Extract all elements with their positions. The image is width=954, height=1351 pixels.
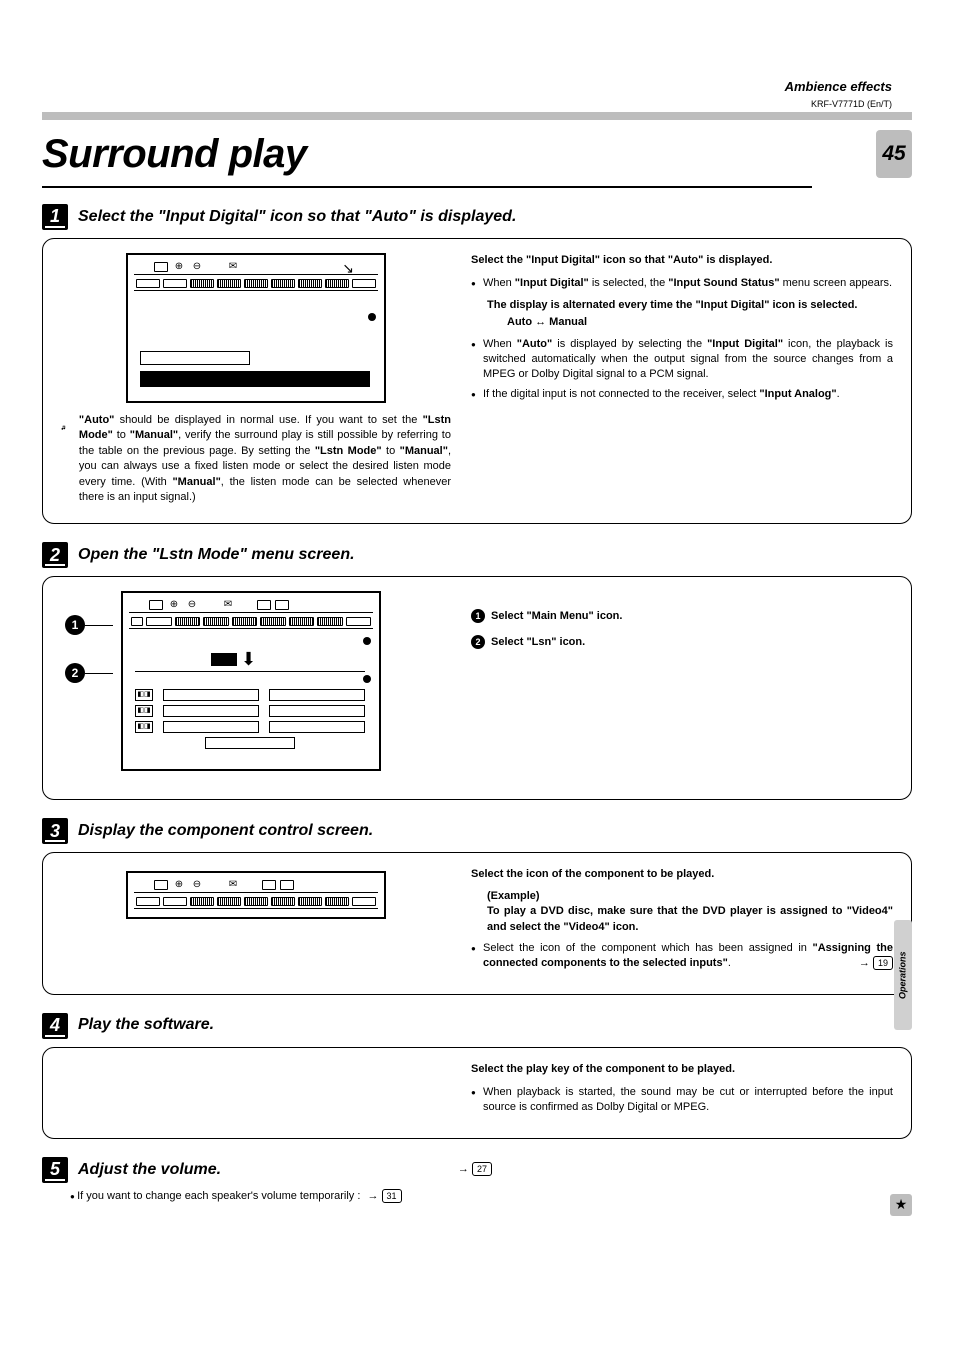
step2-header: 2 Open the "Lstn Mode" menu screen.	[42, 542, 912, 568]
footer-star-icon: ★	[890, 1194, 912, 1216]
section-name: Ambience effects	[785, 78, 892, 96]
step2-right: 1Select "Main Menu" icon. 2Select "Lsn" …	[471, 591, 893, 781]
step4-right: Select the play key of the component to …	[471, 1062, 893, 1120]
step-number-3: 3	[42, 818, 68, 844]
step-number-1: 1	[42, 204, 68, 230]
step2-title: Open the "Lstn Mode" menu screen.	[78, 544, 355, 566]
osd-highlight-bar	[140, 371, 370, 387]
lsn-menu-rows: ◧◨ ◧◨ ◧◨	[135, 689, 365, 749]
header-right: Ambience effects KRF-V7771D (En/T)	[785, 78, 892, 111]
step1-auto-manual: Auto ↔ Manual	[507, 315, 893, 330]
osd-field	[140, 351, 250, 365]
music-note-icon	[61, 413, 67, 443]
page-title: Surround play	[42, 126, 862, 182]
step-number-2: 2	[42, 542, 68, 568]
step4-header: 4 Play the software.	[42, 1013, 912, 1039]
page-ref-19: 19	[873, 956, 893, 970]
step1-right-heading: Select the "Input Digital" icon so that …	[471, 253, 893, 268]
step3-box: ⊕ ⊖ ✉ Select the icon of the component t…	[42, 852, 912, 994]
step3-example-label: (Example)	[487, 889, 893, 904]
status-dot-icon	[363, 675, 371, 683]
step1-bullet-1: When "Input Digital" is selected, the "I…	[471, 276, 893, 291]
osd-screen-1: ⊕ ⊖ ✉ ↘	[126, 253, 386, 403]
lsn-highlight	[211, 653, 237, 666]
step-number-5: 5	[42, 1157, 68, 1183]
osd-screen-3: ⊕ ⊖ ✉	[126, 871, 386, 919]
step3-heading: Select the icon of the component to be p…	[471, 867, 893, 882]
page-ref-27: 27	[472, 1162, 492, 1176]
step2-left: 1 2 ⊕ ⊖ ✉	[61, 591, 451, 781]
step5-title: Adjust the volume.	[78, 1159, 221, 1181]
callout-2-badge: 2	[65, 663, 85, 683]
callout-1-badge: 1	[65, 615, 85, 635]
step3-title: Display the component control screen.	[78, 820, 373, 842]
step1-left: ⊕ ⊖ ✉ ↘ "Auto" should be displayed	[61, 253, 451, 505]
model-code: KRF-V7771D (En/T)	[785, 98, 892, 111]
step5-pageref-wrap: 27	[458, 1162, 492, 1177]
step2-box: 1 2 ⊕ ⊖ ✉	[42, 576, 912, 800]
step5-header: 5 Adjust the volume. 27	[42, 1157, 912, 1183]
step1-bullet-3: If the digital input is not connected to…	[471, 387, 893, 402]
step4-left	[61, 1062, 451, 1120]
status-dot-icon	[363, 637, 371, 645]
step3-bullet: Select the icon of the component which h…	[471, 941, 893, 972]
down-arrow-icon: ⬇	[241, 653, 256, 665]
cursor-icon: ↘	[342, 259, 354, 279]
status-dot-icon	[368, 313, 376, 321]
step3-header: 3 Display the component control screen.	[42, 818, 912, 844]
step5-subnote: If you want to change each speaker's vol…	[70, 1189, 912, 1204]
title-underline	[42, 186, 812, 188]
step4-heading: Select the play key of the component to …	[471, 1062, 893, 1077]
step4-box: Select the play key of the component to …	[42, 1047, 912, 1139]
step1-alternated-note: The display is alternated every time the…	[487, 298, 893, 313]
step4-title: Play the software.	[78, 1014, 214, 1036]
step2-instr-2: 2Select "Lsn" icon.	[471, 635, 893, 650]
step3-left: ⊕ ⊖ ✉	[61, 867, 451, 975]
step3-right: Select the icon of the component to be p…	[471, 867, 893, 975]
step1-right: Select the "Input Digital" icon so that …	[471, 253, 893, 505]
osd-screen-2: ⊕ ⊖ ✉ ⬇ ◧◨	[121, 591, 381, 771]
step1-header: 1 Select the "Input Digital" icon so tha…	[42, 204, 912, 230]
side-tab-operations: Operations	[894, 920, 912, 1030]
page-ref-31: 31	[382, 1189, 402, 1203]
step4-bullet: When playback is started, the sound may …	[471, 1085, 893, 1116]
step2-instr-1: 1Select "Main Menu" icon.	[471, 609, 893, 624]
step3-example-text: To play a DVD disc, make sure that the D…	[487, 904, 893, 935]
step1-bullet-2: When "Auto" is displayed by selecting th…	[471, 337, 893, 383]
grey-page-bar	[42, 112, 912, 120]
step1-title: Select the "Input Digital" icon so that …	[78, 206, 516, 228]
step1-left-note: "Auto" should be displayed in normal use…	[79, 413, 451, 505]
step1-box: ⊕ ⊖ ✉ ↘ "Auto" should be displayed	[42, 238, 912, 524]
step-number-4: 4	[42, 1013, 68, 1039]
